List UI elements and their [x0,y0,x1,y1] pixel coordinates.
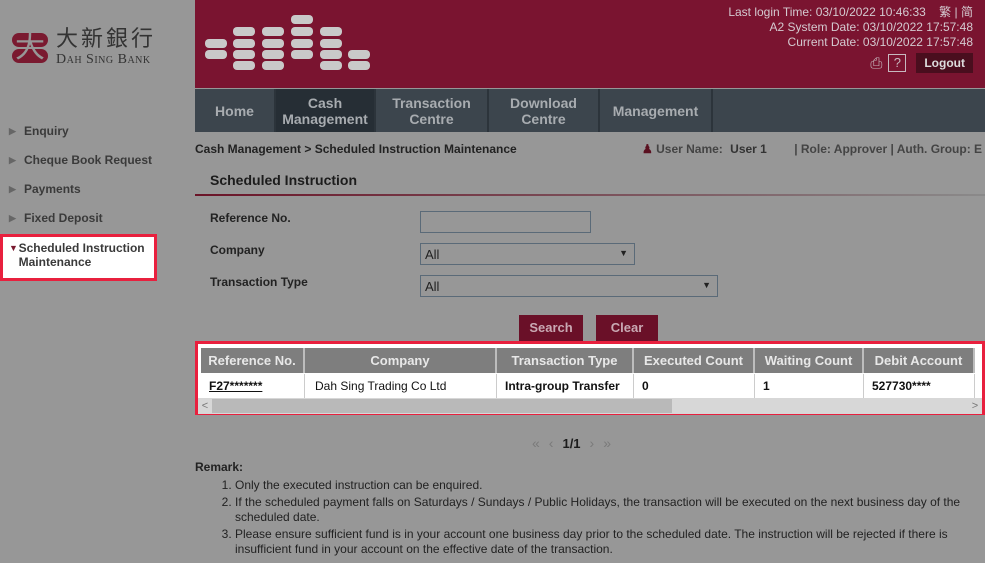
cell-transaction-type: Intra-group Transfer [497,374,634,398]
next-page-icon[interactable]: › [590,435,595,451]
chevron-right-icon: ▶ [9,213,16,223]
column-header-waiting-count[interactable]: Waiting Count [755,348,864,373]
user-name-label: User Name: [656,142,723,156]
lang-simplified-link[interactable]: 简 [961,5,973,19]
sidebar-item-label: Payments [24,182,81,196]
user-info: ♟ User Name: User 1 | Role: Approver | A… [642,142,982,156]
table-header: Reference No. Company Transaction Type E… [201,348,975,373]
reference-no-input[interactable] [420,211,591,233]
bank-name-en: Dah Sing Bank [56,52,151,67]
remark-item: Please ensure sufficient fund is in your… [235,527,980,557]
chevron-right-icon: ▶ [9,126,16,136]
reference-no-link[interactable]: F27******* [209,379,262,393]
transaction-type-label: Transaction Type [210,275,308,289]
chevron-right-icon: ▶ [9,184,16,194]
left-panel: 大 大新銀行 Dah Sing Bank ▶ Enquiry ▶ Cheque … [0,0,195,563]
last-login-time: Last login Time: 03/10/2022 10:46:33 [728,5,926,19]
sidebar-item-enquiry[interactable]: ▶ Enquiry [0,120,195,149]
remark-title: Remark: [195,460,244,474]
remark-section: Remark: Only the executed instruction ca… [195,460,980,559]
company-select-value: All [425,247,440,262]
reference-no-label: Reference No. [210,211,291,225]
nav-management[interactable]: Management [600,89,713,132]
sidebar-item-label: Scheduled Instruction Maintenance [18,241,145,269]
transaction-type-select[interactable]: All ▼ [420,275,718,297]
pagination: « ‹ 1/1 › » [532,435,620,451]
sidebar-item-fixed-deposit[interactable]: ▶ Fixed Deposit [0,207,195,236]
cell-executed-count: 0 [634,374,755,398]
sidebar-item-label: Fixed Deposit [24,211,103,225]
sidebar-item-scheduled-instruction-maintenance[interactable]: ▼ Scheduled Instruction Maintenance [0,234,157,281]
nav-download-centre[interactable]: Download Centre [489,89,600,132]
cell-waiting-count: 1 [755,374,864,398]
logout-button[interactable]: Logout [916,53,973,73]
help-icon[interactable]: ? [888,54,907,72]
breadcrumb: Cash Management > Scheduled Instruction … [195,142,517,156]
remark-item: If the scheduled payment falls on Saturd… [235,495,980,525]
header-banner: Last login Time: 03/10/2022 10:46:33 繁 |… [195,0,985,88]
transaction-type-select-value: All [425,279,440,294]
cell-debit-account: 527730**** [864,374,975,398]
lang-traditional-link[interactable]: 繁 [939,5,951,19]
nav-home[interactable]: Home [195,89,276,132]
dropdown-caret-icon: ▼ [619,248,628,258]
main-nav: Home Cash Management Transaction Centre … [195,89,985,132]
chevron-right-icon: ▶ [9,155,16,165]
table-row: F27******* Dah Sing Trading Co Ltd Intra… [201,374,975,398]
sidebar-item-payments[interactable]: ▶ Payments [0,178,195,207]
column-header-transaction-type[interactable]: Transaction Type [497,348,634,373]
bank-name-cn: 大新銀行 [56,27,157,52]
first-page-icon[interactable]: « [532,435,540,451]
remark-item: Only the executed instruction can be enq… [235,478,980,493]
system-date: A2 System Date: 03/10/2022 17:57:48 [769,20,973,34]
cell-company: Dah Sing Trading Co Ltd [305,374,497,398]
current-date: Current Date: 03/10/2022 17:57:48 [787,35,973,49]
results-table: Reference No. Company Transaction Type E… [195,341,985,415]
chevron-down-icon: ▼ [9,243,18,253]
printer-icon[interactable]: ⎙ [870,55,882,72]
user-icon: ♟ [642,142,653,156]
company-label: Company [210,243,265,257]
company-select[interactable]: All ▼ [420,243,635,265]
clear-button[interactable]: Clear [596,315,658,341]
dropdown-caret-icon: ▼ [702,280,711,290]
bank-logo-icon: 大 [10,29,50,67]
sidebar-item-label: Enquiry [24,124,69,138]
bank-logo[interactable]: 大 大新銀行 Dah Sing Bank [10,28,156,68]
sidebar-menu: ▶ Enquiry ▶ Cheque Book Request ▶ Paymen… [0,120,195,281]
user-name-value: User 1 [730,142,767,156]
page-title: Scheduled Instruction [210,172,358,188]
scrollbar-thumb[interactable] [212,399,672,413]
scroll-right-icon[interactable]: > [968,398,982,414]
last-page-icon[interactable]: » [603,435,611,451]
sidebar-item-label: Cheque Book Request [24,153,153,167]
sidebar-item-cheque-book-request[interactable]: ▶ Cheque Book Request [0,149,195,178]
decorative-logo-pattern [203,12,373,72]
session-info: Last login Time: 03/10/2022 10:46:33 繁 |… [728,5,973,49]
title-divider [195,194,985,196]
page-indicator: 1/1 [562,435,581,451]
column-header-company[interactable]: Company [305,348,497,373]
search-button[interactable]: Search [519,315,583,341]
column-header-debit-account[interactable]: Debit Account [864,348,975,373]
nav-cash-management[interactable]: Cash Management [276,89,376,132]
scroll-left-icon[interactable]: < [198,398,212,414]
horizontal-scrollbar[interactable]: < > [198,398,982,414]
role-info: | Role: Approver | Auth. Group: E [794,142,983,156]
nav-transaction-centre[interactable]: Transaction Centre [376,89,489,132]
prev-page-icon[interactable]: ‹ [549,435,554,451]
column-header-reference-no[interactable]: Reference No. [201,348,305,373]
column-header-executed-count[interactable]: Executed Count [634,348,755,373]
